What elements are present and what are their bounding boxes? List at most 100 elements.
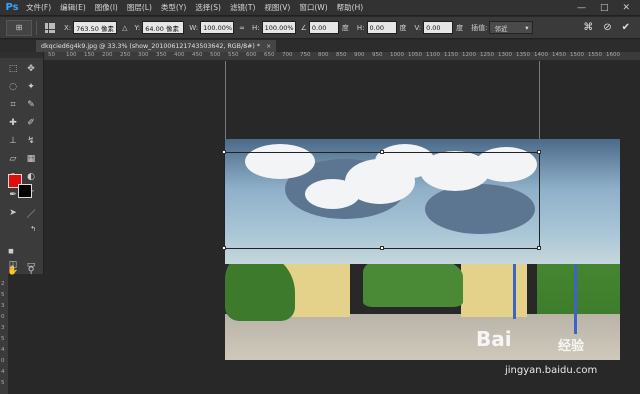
- background-color-swatch[interactable]: [18, 184, 32, 198]
- ruler-top-tick: 50: [48, 52, 55, 58]
- magic-wand-icon[interactable]: ✦: [24, 80, 38, 94]
- line-tool-icon[interactable]: ／: [24, 206, 38, 220]
- width-field[interactable]: 100.00%: [200, 21, 235, 34]
- path-select-icon[interactable]: ➤: [6, 206, 20, 220]
- menu-bar: Ps 文件(F) 编辑(E) 图像(I) 图层(L) 类型(Y) 选择(S) 滤…: [0, 0, 640, 16]
- move-tool-icon[interactable]: ✥: [24, 62, 38, 76]
- toolbox: ⬚ ✥ ◌ ✦ ⌗ ✎ ✚ ✐ ⊥ ↯ ▱ ▦ ● ◐ ✒ T ➤ ／ ✋ ⚲: [0, 52, 44, 276]
- default-colors-icon[interactable]: ◼: [4, 244, 18, 258]
- menu-image[interactable]: 图像(I): [91, 2, 123, 13]
- divider: [36, 20, 37, 35]
- toolbox-header[interactable]: [0, 52, 43, 58]
- menu-help[interactable]: 帮助(H): [333, 2, 369, 13]
- transform-icon: ⊞: [15, 23, 23, 32]
- y-position-field[interactable]: 64.00 像素: [142, 21, 185, 34]
- lasso-tool-icon[interactable]: ◌: [6, 80, 20, 94]
- history-brush-icon[interactable]: ↯: [24, 134, 38, 148]
- ruler-left-tick: 4: [1, 369, 5, 375]
- commit-controls: ⌘ ⊘ ✔: [583, 22, 640, 33]
- menu-edit[interactable]: 编辑(E): [56, 2, 91, 13]
- healing-brush-icon[interactable]: ✚: [6, 116, 20, 130]
- ruler-top-tick: 1350: [516, 52, 530, 58]
- document-tab[interactable]: dkqcied6g4k9.jpg @ 33.3% (show_201006121…: [36, 40, 277, 52]
- rotate-angle-icon: ∠: [300, 23, 307, 32]
- v-skew-unit: 度: [456, 23, 464, 32]
- transform-handle-tl[interactable]: [222, 150, 226, 154]
- tool-preset-picker[interactable]: ⊞: [6, 19, 32, 36]
- menu-select[interactable]: 选择(S): [191, 2, 226, 13]
- transform-handle-bl[interactable]: [222, 246, 226, 250]
- menu-file[interactable]: 文件(F): [22, 2, 56, 13]
- menu-type[interactable]: 类型(Y): [157, 2, 191, 13]
- quick-mask-icon[interactable]: ◫: [6, 258, 20, 272]
- x-label: X:: [64, 23, 72, 32]
- interpolation-value: 邻近: [494, 24, 508, 33]
- v-skew-label: V:: [414, 23, 422, 32]
- guide-line-vertical-right[interactable]: [539, 61, 540, 151]
- document-tab-row: dkqcied6g4k9.jpg @ 33.3% (show_201006121…: [0, 40, 640, 52]
- commit-transform-icon[interactable]: ✔: [622, 22, 630, 33]
- transform-handle-tm[interactable]: [380, 150, 384, 154]
- cancel-transform-icon[interactable]: ⊘: [603, 22, 611, 33]
- v-skew-field[interactable]: 0.00: [423, 21, 454, 34]
- ruler-top-tick: 150: [84, 52, 95, 58]
- angle-unit: 度: [341, 23, 349, 32]
- warp-mode-icon[interactable]: ⌘: [583, 22, 593, 33]
- ruler-top-tick: 550: [228, 52, 239, 58]
- transform-handle-br[interactable]: [537, 246, 541, 250]
- transform-handle-tr[interactable]: [537, 150, 541, 154]
- ruler-top-tick: 500: [210, 52, 221, 58]
- swap-colors-icon[interactable]: ↰: [26, 222, 40, 236]
- menu-layer[interactable]: 图层(L): [123, 2, 157, 13]
- ruler-left-tick: 3: [1, 303, 5, 309]
- ruler-top-tick: 1050: [408, 52, 422, 58]
- ruler-top-tick: 450: [192, 52, 203, 58]
- menu-filter[interactable]: 滤镜(T): [226, 2, 260, 13]
- crop-tool-icon[interactable]: ⌗: [6, 98, 20, 112]
- clone-stamp-icon[interactable]: ⊥: [6, 134, 20, 148]
- minimize-button[interactable]: —: [577, 3, 586, 13]
- rotate-field[interactable]: 0.00: [308, 21, 339, 34]
- link-icon[interactable]: ∞: [239, 24, 245, 32]
- watermark-url: jingyan.baidu.com: [505, 365, 598, 376]
- maximize-button[interactable]: □: [600, 3, 609, 13]
- ruler-top-tick: 950: [372, 52, 383, 58]
- guide-line-vertical-left[interactable]: [225, 61, 226, 151]
- eyedropper-icon[interactable]: ✎: [24, 98, 38, 112]
- brush-tool-icon[interactable]: ✐: [24, 116, 38, 130]
- ruler-top[interactable]: 50 100 150 200 250 300 350 400 450 500 550 600 650 70…: [44, 52, 640, 61]
- watermark-logo: Bai: [476, 327, 512, 351]
- ruler-top-tick: 900: [354, 52, 365, 58]
- ruler-left-tick: 5: [1, 380, 5, 386]
- reference-point-grid[interactable]: [45, 22, 55, 33]
- h-skew-unit: 度: [399, 23, 407, 32]
- marquee-tool-icon[interactable]: ⬚: [6, 62, 20, 76]
- ruler-left-tick: 5: [1, 336, 5, 342]
- h-skew-label: H:: [356, 23, 365, 32]
- window-controls: — □ ✕: [577, 3, 640, 13]
- h-skew-field[interactable]: 0.00: [366, 21, 397, 34]
- ruler-top-tick: 200: [102, 52, 113, 58]
- chevron-down-icon: ▾: [525, 23, 529, 32]
- interpolation-select[interactable]: 邻近 ▾: [489, 21, 534, 34]
- ruler-top-tick: 1250: [480, 52, 494, 58]
- dodge-tool-icon[interactable]: ◐: [24, 170, 38, 184]
- menu-view[interactable]: 视图(V): [260, 2, 295, 13]
- close-tab-icon[interactable]: ×: [266, 43, 271, 50]
- ruler-top-tick: 1400: [534, 52, 548, 58]
- height-field[interactable]: 100.00%: [261, 21, 296, 34]
- x-position-field[interactable]: 763.50 像素: [73, 21, 118, 34]
- eraser-icon[interactable]: ▱: [6, 152, 20, 166]
- menu-window[interactable]: 窗口(W): [295, 2, 332, 13]
- close-window-button[interactable]: ✕: [622, 3, 630, 13]
- ruler-top-tick: 400: [174, 52, 185, 58]
- transform-bounding-box[interactable]: [224, 152, 540, 249]
- ruler-left-tick: 4: [1, 347, 5, 353]
- tree-area-middle: [363, 257, 463, 307]
- ruler-top-tick: 1450: [552, 52, 566, 58]
- screen-mode-icon[interactable]: ▭: [24, 258, 38, 272]
- gradient-tool-icon[interactable]: ▦: [24, 152, 38, 166]
- transform-handle-bm[interactable]: [380, 246, 384, 250]
- ruler-left-tick: 0: [1, 358, 5, 364]
- ruler-top-tick: 800: [318, 52, 329, 58]
